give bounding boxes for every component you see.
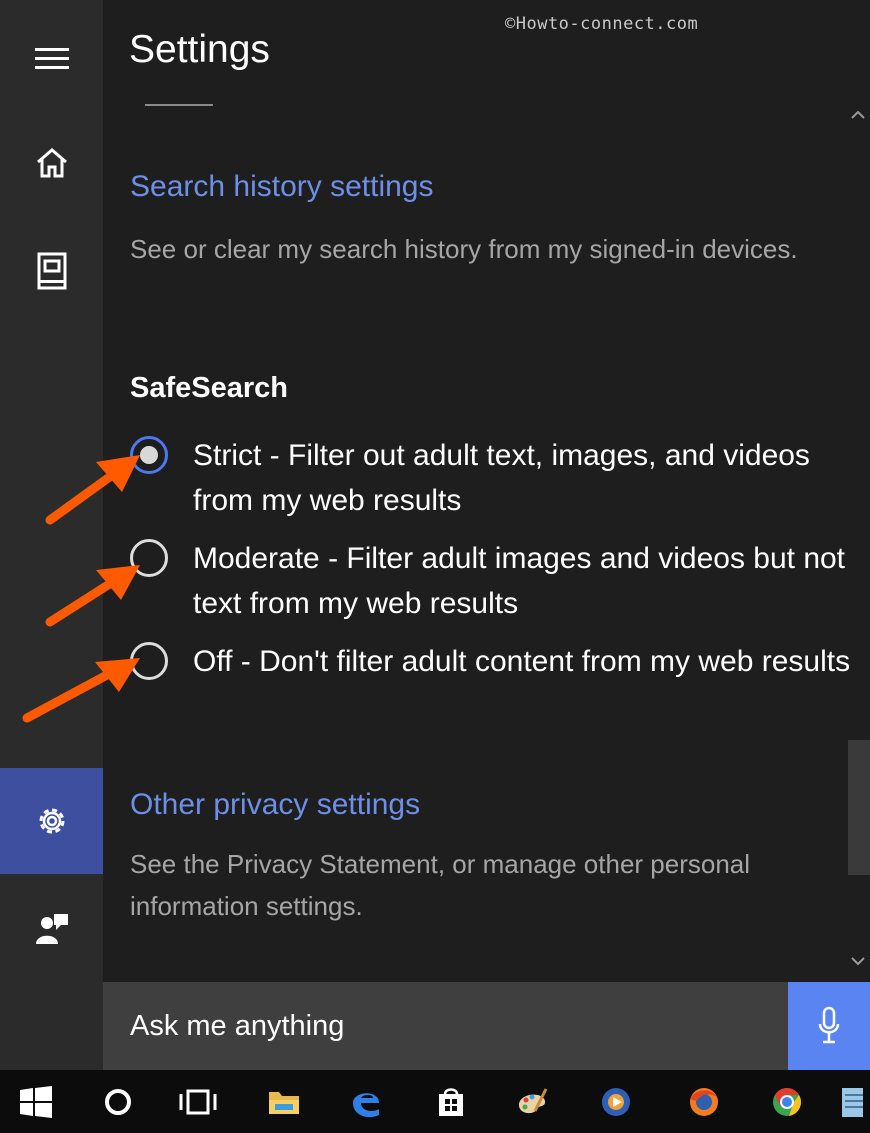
chrome-icon: [773, 1087, 801, 1116]
home-icon: [36, 148, 67, 178]
search-history-description: See or clear my search history from my s…: [130, 234, 798, 264]
paint-button[interactable]: [502, 1070, 562, 1133]
store-button[interactable]: [421, 1070, 481, 1133]
start-button[interactable]: [6, 1070, 66, 1133]
paint-icon: [519, 1087, 548, 1113]
store-icon: [439, 1087, 463, 1116]
hamburger-icon: [34, 48, 69, 69]
search-history-settings-link[interactable]: Search history settings: [130, 170, 433, 204]
safesearch-option-moderate[interactable]: Moderate - Filter adult images and video…: [130, 536, 860, 626]
radio-selected-dot: [140, 446, 158, 464]
safesearch-option-off[interactable]: Off - Don't filter adult content from my…: [130, 639, 860, 684]
scroll-up-arrow-icon[interactable]: [850, 108, 866, 120]
radio-strict[interactable]: [130, 436, 168, 474]
file-explorer-icon: [269, 1091, 299, 1114]
media-player-button[interactable]: [586, 1070, 646, 1133]
windows-start-icon: [20, 1085, 52, 1118]
radio-label-moderate: Moderate - Filter adult images and video…: [193, 542, 846, 620]
edge-icon: [353, 1092, 379, 1117]
other-privacy-description: See the Privacy Statement, or manage oth…: [130, 849, 751, 921]
feedback-button[interactable]: [0, 885, 103, 975]
radio-moderate[interactable]: [130, 539, 168, 577]
safesearch-option-strict[interactable]: Strict - Filter out adult text, images, …: [130, 433, 860, 523]
notebook-button[interactable]: [0, 226, 103, 316]
safesearch-heading: SafeSearch: [130, 372, 288, 404]
file-explorer-button[interactable]: [254, 1070, 314, 1133]
radio-off[interactable]: [130, 642, 168, 680]
feedback-icon: [35, 914, 68, 944]
hamburger-menu-button[interactable]: [0, 13, 103, 103]
firefox-icon: [690, 1087, 718, 1116]
settings-panel: Settings ©Howto-connect.com Search histo…: [103, 0, 870, 982]
page-title: Settings: [129, 28, 270, 71]
other-privacy-settings-link[interactable]: Other privacy settings: [130, 788, 420, 822]
task-view-icon: [179, 1089, 217, 1114]
radio-label-off: Off - Don't filter adult content from my…: [193, 645, 851, 678]
microphone-button[interactable]: [788, 982, 870, 1070]
task-view-button[interactable]: [168, 1070, 228, 1133]
microphone-icon: [818, 1006, 840, 1044]
scrollbar-thumb[interactable]: [848, 740, 870, 875]
home-button[interactable]: [0, 118, 103, 208]
notebook-icon: [37, 252, 66, 290]
notepad-icon: [842, 1087, 863, 1117]
radio-label-strict: Strict - Filter out adult text, images, …: [193, 439, 810, 517]
taskbar: [0, 1070, 870, 1133]
section-divider: [145, 104, 213, 106]
search-input[interactable]: [103, 982, 788, 1070]
scroll-down-arrow-icon[interactable]: [850, 955, 866, 967]
firefox-button[interactable]: [674, 1070, 734, 1133]
watermark: ©Howto-connect.com: [505, 14, 699, 34]
chrome-button[interactable]: [757, 1070, 817, 1133]
settings-nav-button[interactable]: [0, 768, 103, 874]
cortana-icon: [105, 1088, 131, 1115]
media-player-icon: [602, 1087, 630, 1116]
notepad-button[interactable]: [832, 1070, 870, 1133]
edge-button[interactable]: [336, 1070, 396, 1133]
cortana-search-bar: [103, 982, 870, 1070]
nav-rail: [0, 0, 103, 1070]
gear-icon: [39, 808, 64, 834]
cortana-button[interactable]: [88, 1070, 148, 1133]
